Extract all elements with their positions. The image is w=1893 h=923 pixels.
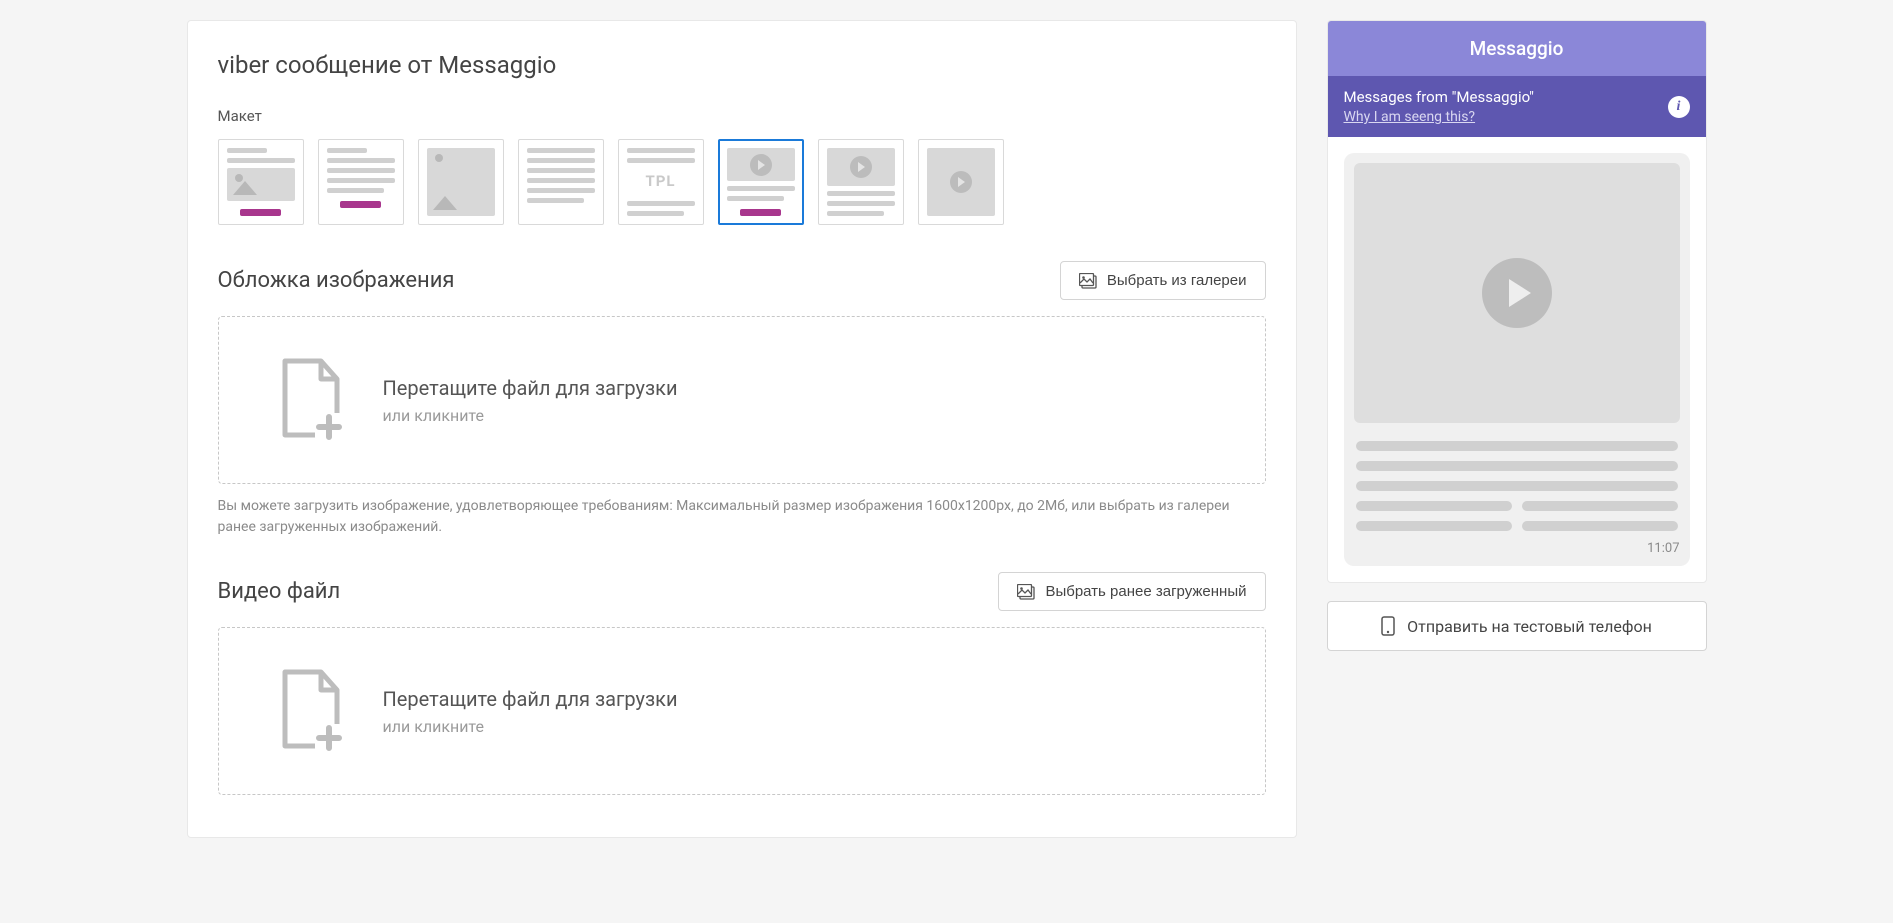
preview-panel: Messaggio Messages from "Messaggio" Why …	[1327, 20, 1707, 838]
send-test-label: Отправить на тестовый телефон	[1407, 617, 1652, 636]
layout-option-video[interactable]	[918, 139, 1004, 225]
dropzone-main-text: Перетащите файл для загрузки	[383, 376, 678, 400]
layout-option-text[interactable]	[518, 139, 604, 225]
preview-timestamp: 11:07	[1354, 541, 1680, 556]
file-add-icon	[275, 668, 349, 754]
preview-brand: Messaggio	[1328, 21, 1706, 76]
preview-subheader: Messages from "Messaggio" Why I am seeng…	[1328, 76, 1706, 137]
gallery-button-label: Выбрать из галереи	[1107, 272, 1247, 289]
layout-option-video-text[interactable]	[818, 139, 904, 225]
messages-from-label: Messages from "Messaggio"	[1344, 88, 1534, 106]
layout-option-image[interactable]	[418, 139, 504, 225]
info-icon[interactable]: i	[1668, 96, 1690, 118]
video-title: Видео файл	[218, 579, 341, 604]
file-add-icon	[275, 357, 349, 443]
uploaded-button-label: Выбрать ранее загруженный	[1045, 583, 1246, 600]
dropzone-sub-text: или кликните	[383, 717, 678, 736]
video-section-header: Видео файл Выбрать ранее загруженный	[218, 572, 1266, 611]
preview-text-lines	[1354, 437, 1680, 533]
choose-from-gallery-button[interactable]: Выбрать из галереи	[1060, 261, 1266, 300]
layout-options: TPL	[218, 139, 1266, 225]
main-panel: viber сообщение от Messaggio Макет	[187, 20, 1297, 838]
why-seeing-link[interactable]: Why I am seeng this?	[1344, 109, 1476, 125]
layout-option-text-button[interactable]	[318, 139, 404, 225]
layout-option-template[interactable]: TPL	[618, 139, 704, 225]
gallery-icon	[1017, 584, 1035, 600]
cover-section-header: Обложка изображения Выбрать из галереи	[218, 261, 1266, 300]
play-icon	[1482, 258, 1552, 328]
cover-title: Обложка изображения	[218, 268, 455, 293]
layout-option-video-text-button[interactable]	[718, 139, 804, 225]
choose-uploaded-button[interactable]: Выбрать ранее загруженный	[998, 572, 1265, 611]
preview-video-placeholder	[1354, 163, 1680, 423]
send-test-button[interactable]: Отправить на тестовый телефон	[1327, 601, 1707, 651]
page-title: viber сообщение от Messaggio	[218, 51, 1266, 79]
video-dropzone[interactable]: Перетащите файл для загрузки или кликнит…	[218, 627, 1266, 795]
preview-message-bubble: 11:07	[1344, 153, 1690, 566]
dropzone-main-text: Перетащите файл для загрузки	[383, 687, 678, 711]
layout-label: Макет	[218, 107, 1266, 125]
cover-dropzone[interactable]: Перетащите файл для загрузки или кликнит…	[218, 316, 1266, 484]
layout-option-image-text-button[interactable]	[218, 139, 304, 225]
gallery-icon	[1079, 273, 1097, 289]
cover-hint: Вы можете загрузить изображение, удовлет…	[218, 496, 1266, 538]
dropzone-sub-text: или кликните	[383, 406, 678, 425]
template-label: TPL	[619, 172, 703, 190]
phone-icon	[1381, 616, 1395, 636]
